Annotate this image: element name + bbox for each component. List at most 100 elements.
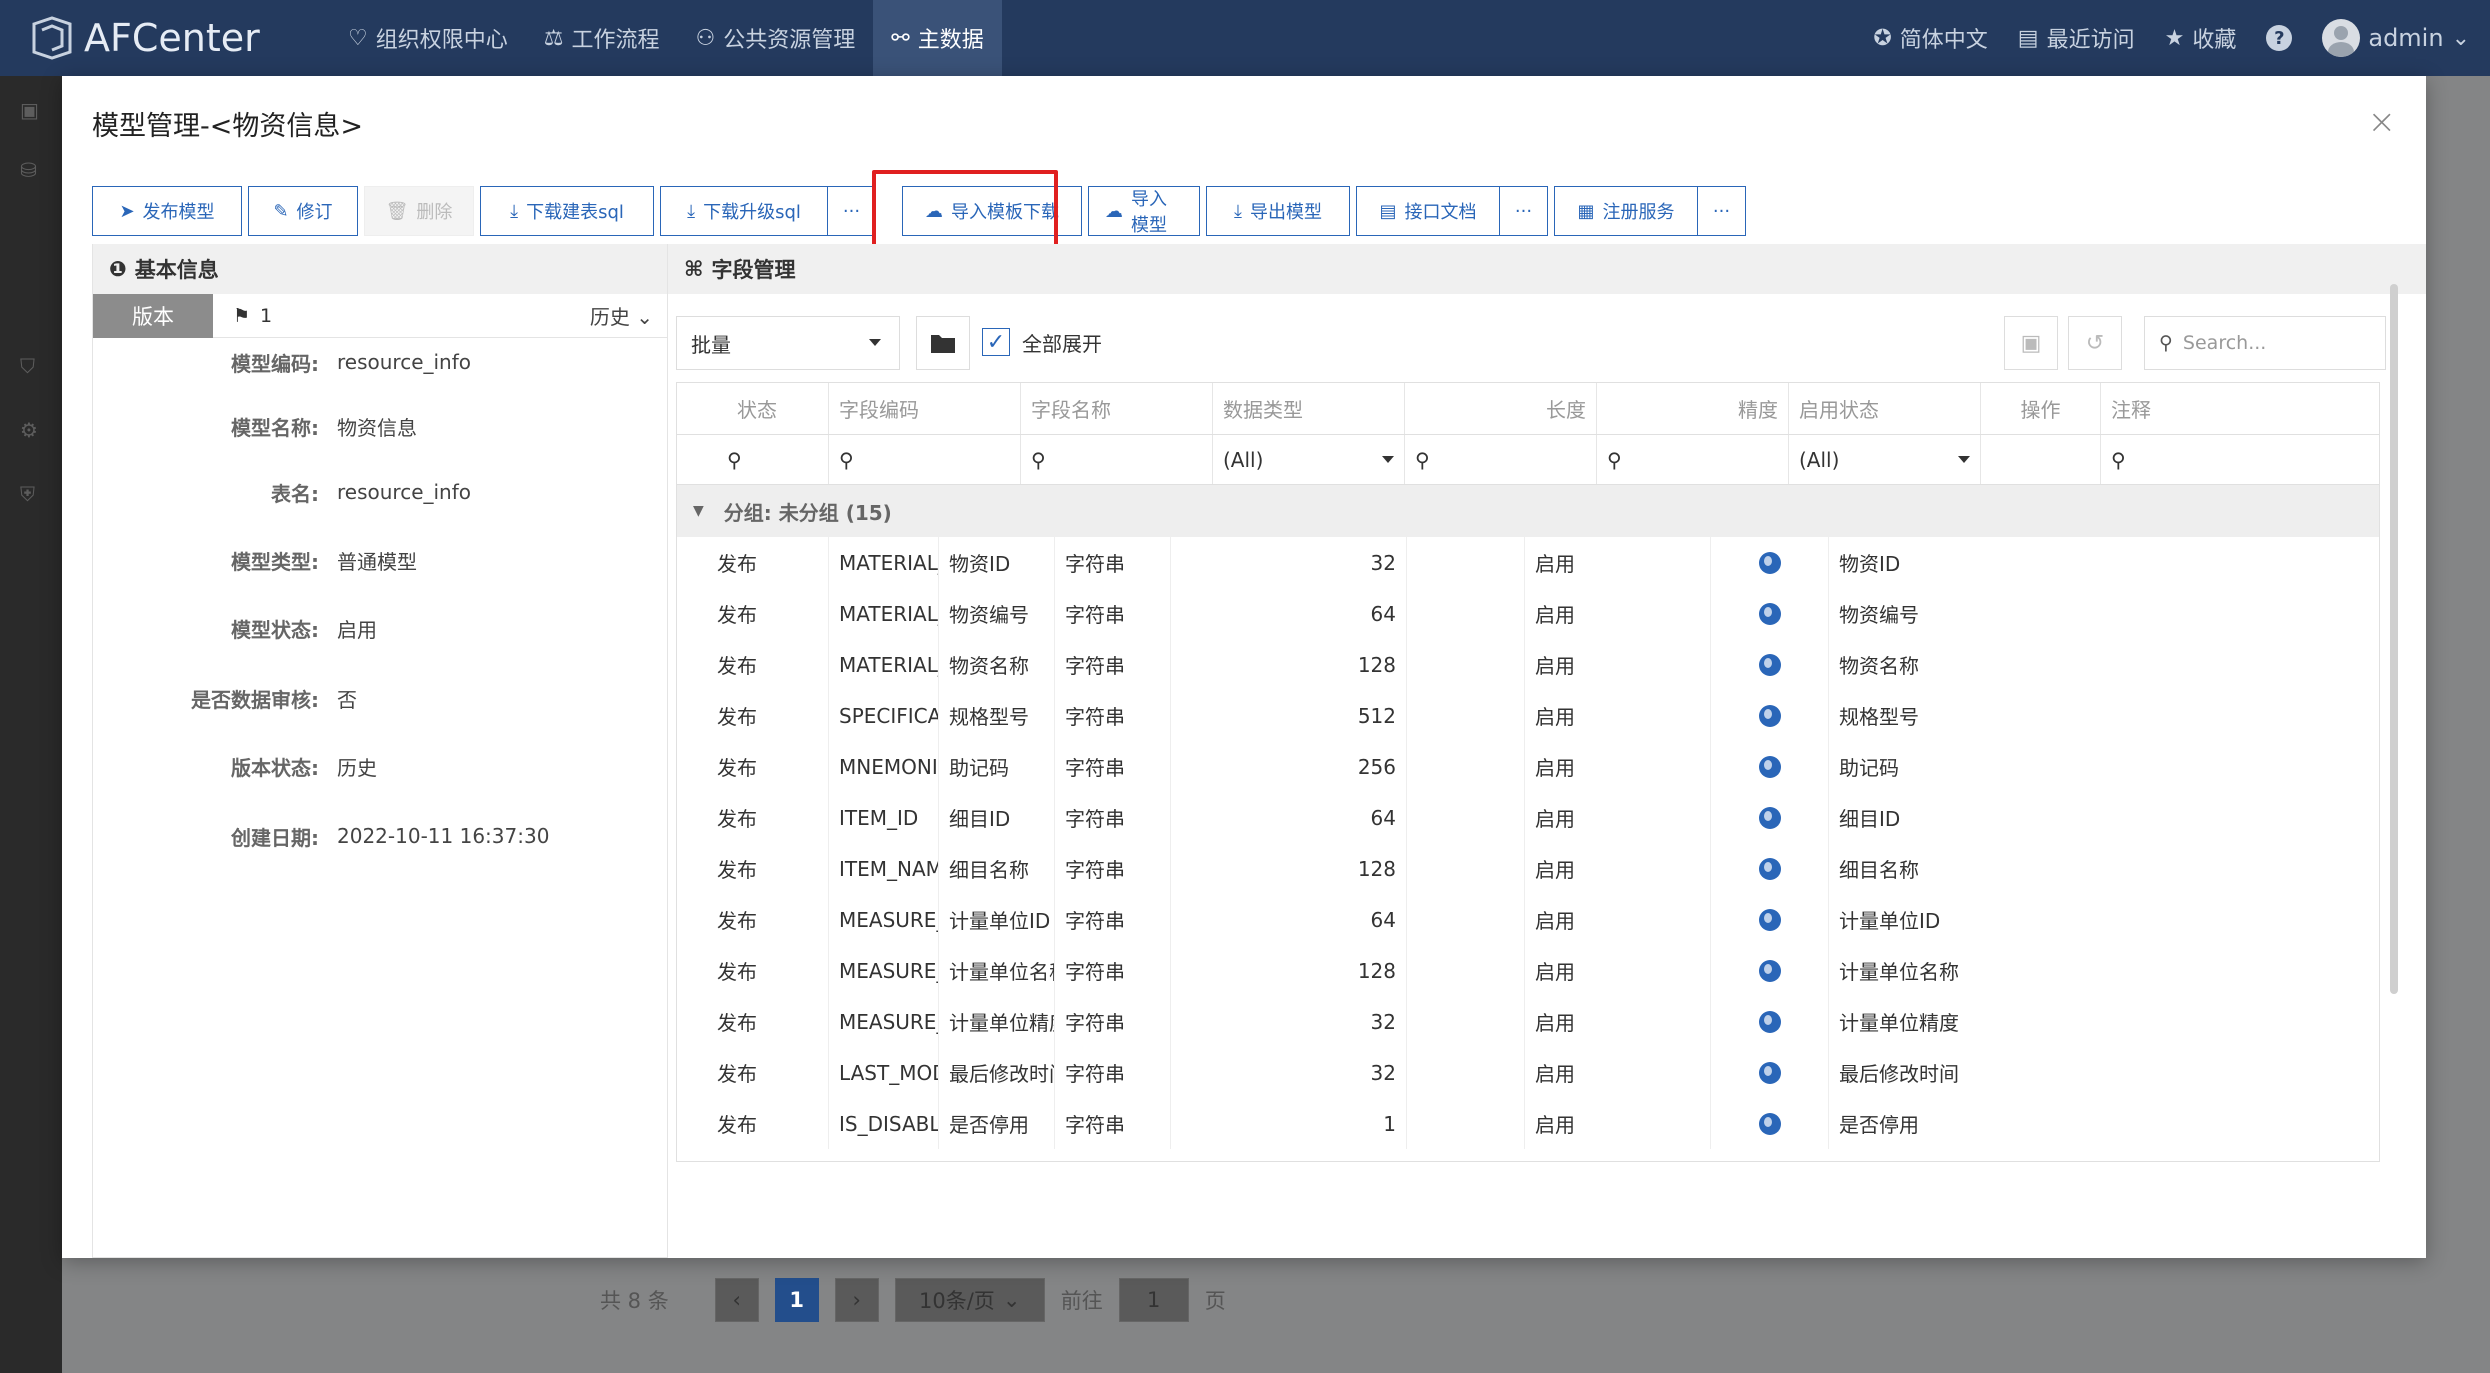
favorites[interactable]: ★ 收藏 bbox=[2165, 22, 2237, 54]
save-button[interactable]: ▣ bbox=[2004, 316, 2058, 370]
prev-page-button[interactable]: ‹ bbox=[714, 1278, 759, 1322]
cell-op[interactable] bbox=[1711, 690, 1829, 741]
table-row[interactable]: 发布MNEMONIC_C...助记码字符串256启用助记码 bbox=[677, 741, 2379, 792]
nav-item-public-resource[interactable]: ⚇ 公共资源管理 bbox=[678, 0, 874, 76]
batch-select[interactable]: 批量 bbox=[676, 316, 900, 370]
table-row[interactable]: 发布MEASURE_UNI...计量单位ID字符串64启用计量单位ID bbox=[677, 894, 2379, 945]
column-header[interactable]: 字段名称 bbox=[1021, 383, 1213, 434]
close-icon[interactable]: × bbox=[2368, 102, 2397, 142]
help-button[interactable]: ? bbox=[2266, 25, 2293, 51]
user-menu[interactable]: admin ⌄ bbox=[2322, 19, 2470, 57]
globe-icon[interactable] bbox=[1758, 1010, 1781, 1033]
table-row[interactable]: 发布MEASURE_UNI...计量单位名称字符串128启用计量单位名称 bbox=[677, 945, 2379, 996]
table-row[interactable]: 发布ITEM_NAME细目名称字符串128启用细目名称 bbox=[677, 843, 2379, 894]
api-docs-button[interactable]: ▤ 接口文档 bbox=[1356, 186, 1500, 236]
column-header[interactable]: 状态 bbox=[677, 383, 829, 434]
filter-comment[interactable]: ⚲ bbox=[2101, 435, 2379, 484]
filter-precision[interactable]: ⚲ bbox=[1597, 435, 1789, 484]
globe-icon[interactable] bbox=[1758, 857, 1781, 880]
cell-op[interactable] bbox=[1711, 639, 1829, 690]
table-row[interactable]: 发布MATERIAL_ID物资ID字符串32启用物资ID bbox=[677, 537, 2379, 588]
cell-op[interactable] bbox=[1711, 792, 1829, 843]
table-row[interactable]: 发布SPECIFICATION...规格型号字符串512启用规格型号 bbox=[677, 690, 2379, 741]
history-dropdown[interactable]: 历史 ⌄ bbox=[590, 301, 653, 330]
download-upgrade-sql-button[interactable]: ⤓ 下载升级sql bbox=[660, 186, 828, 236]
vertical-scrollbar[interactable] bbox=[2390, 284, 2398, 994]
group-row[interactable]: ▼ 分组: 未分组 (15) bbox=[677, 485, 2379, 537]
globe-icon[interactable] bbox=[1758, 1061, 1781, 1084]
globe-icon[interactable] bbox=[1758, 551, 1781, 574]
filter-datatype-select[interactable]: (All) bbox=[1213, 435, 1405, 484]
cell-op[interactable] bbox=[1711, 945, 1829, 996]
filter-status[interactable]: ⚲ bbox=[677, 435, 829, 484]
filter-length[interactable]: ⚲ bbox=[1405, 435, 1597, 484]
cell-op[interactable] bbox=[1711, 741, 1829, 792]
publish-model-button[interactable]: ➤ 发布模型 bbox=[92, 186, 242, 236]
goto-input[interactable]: 1 bbox=[1118, 1278, 1189, 1322]
delete-button[interactable]: 🗑 删除 bbox=[364, 186, 474, 236]
table-row[interactable]: 发布 ITEM_ID 细目ID 字符串 64 启用 细目ID bbox=[677, 792, 2379, 843]
filter-enabled-select[interactable]: (All) bbox=[1789, 435, 1981, 484]
column-header[interactable]: 数据类型 bbox=[1213, 383, 1405, 434]
column-header[interactable]: 精度 bbox=[1597, 383, 1789, 434]
nav-item-master-data[interactable]: ⚯ 主数据 bbox=[873, 0, 1002, 76]
export-model-button[interactable]: ⤓ 导出模型 bbox=[1206, 186, 1350, 236]
recent-visits[interactable]: ▤ 最近访问 bbox=[2018, 22, 2135, 54]
version-tab[interactable]: 版本 bbox=[93, 293, 213, 338]
cell-comment: 细目名称 bbox=[1829, 843, 2379, 894]
page-size-select[interactable]: 10条/页 ⌄ bbox=[894, 1278, 1045, 1322]
language-switch[interactable]: ✪ 简体中文 bbox=[1873, 22, 1987, 54]
fields-icon: ⌘ bbox=[684, 257, 704, 281]
help-icon: ? bbox=[2266, 25, 2293, 51]
app-logo[interactable]: AFCenter bbox=[30, 14, 260, 62]
cell-op[interactable] bbox=[1711, 537, 1829, 588]
table-row[interactable]: 发布IS_DISABLE是否停用字符串1启用是否停用 bbox=[677, 1098, 2379, 1149]
cell-op[interactable] bbox=[1711, 894, 1829, 945]
panel-title: 基本信息 bbox=[134, 258, 219, 282]
open-folder-button[interactable] bbox=[916, 316, 970, 370]
expand-all-checkbox[interactable]: ✓ bbox=[982, 328, 1010, 356]
version-number: ⚑ 1 bbox=[233, 305, 272, 327]
filter-name[interactable]: ⚲ bbox=[1021, 435, 1213, 484]
globe-icon[interactable] bbox=[1758, 1112, 1781, 1135]
cell-op[interactable] bbox=[1711, 1047, 1829, 1098]
cell-length: 32 bbox=[1171, 537, 1407, 588]
globe-icon[interactable] bbox=[1758, 806, 1781, 829]
more-actions-button-2[interactable]: ··· bbox=[1500, 186, 1548, 236]
import-model-button[interactable]: ☁ 导入模型 bbox=[1088, 186, 1200, 236]
undo-button[interactable]: ↺ bbox=[2068, 316, 2122, 370]
column-header[interactable]: 长度 bbox=[1405, 383, 1597, 434]
revise-button[interactable]: ✎ 修订 bbox=[248, 186, 358, 236]
cell-length: 32 bbox=[1171, 996, 1407, 1047]
filter-code[interactable]: ⚲ bbox=[829, 435, 1021, 484]
nav-item-workflow[interactable]: ⚖ 工作流程 bbox=[526, 0, 678, 76]
globe-icon[interactable] bbox=[1758, 755, 1781, 778]
column-header[interactable]: 启用状态 bbox=[1789, 383, 1981, 434]
globe-icon[interactable] bbox=[1758, 653, 1781, 676]
column-header[interactable]: 字段编码 bbox=[829, 383, 1021, 434]
nav-item-org[interactable]: ♡ 组织权限中心 bbox=[330, 0, 526, 76]
register-service-button[interactable]: ▦ 注册服务 bbox=[1554, 186, 1698, 236]
cell-op[interactable] bbox=[1711, 1098, 1829, 1149]
globe-icon[interactable] bbox=[1758, 602, 1781, 625]
cell-op[interactable] bbox=[1711, 588, 1829, 639]
table-row[interactable]: 发布MATERIAL_CODE物资编号字符串64启用物资编号 bbox=[677, 588, 2379, 639]
cell-op[interactable] bbox=[1711, 996, 1829, 1047]
next-page-button[interactable]: › bbox=[834, 1278, 879, 1322]
globe-icon[interactable] bbox=[1758, 704, 1781, 727]
current-page[interactable]: 1 bbox=[774, 1278, 819, 1322]
table-row[interactable]: 发布MATERIAL_NA...物资名称字符串128启用物资名称 bbox=[677, 639, 2379, 690]
search-input[interactable]: ⚲ Search... bbox=[2144, 316, 2386, 370]
table-row[interactable]: 发布MEASURE_UNI...计量单位精度字符串32启用计量单位精度 bbox=[677, 996, 2379, 1047]
column-header[interactable]: 注释 bbox=[2101, 383, 2379, 434]
download-create-sql-button[interactable]: ⤓ 下载建表sql bbox=[480, 186, 654, 236]
cell-op[interactable] bbox=[1711, 843, 1829, 894]
globe-icon[interactable] bbox=[1758, 908, 1781, 931]
table-row[interactable]: 发布LAST_MODIFY_...最后修改时间字符串32启用最后修改时间 bbox=[677, 1047, 2379, 1098]
more-actions-button-3[interactable]: ··· bbox=[1698, 186, 1746, 236]
info-key: 表名: bbox=[271, 481, 319, 506]
globe-icon[interactable] bbox=[1758, 959, 1781, 982]
panel-title: 字段管理 bbox=[711, 258, 796, 282]
more-actions-button-1[interactable]: ··· bbox=[828, 186, 876, 236]
column-header[interactable]: 操作 bbox=[1981, 383, 2101, 434]
